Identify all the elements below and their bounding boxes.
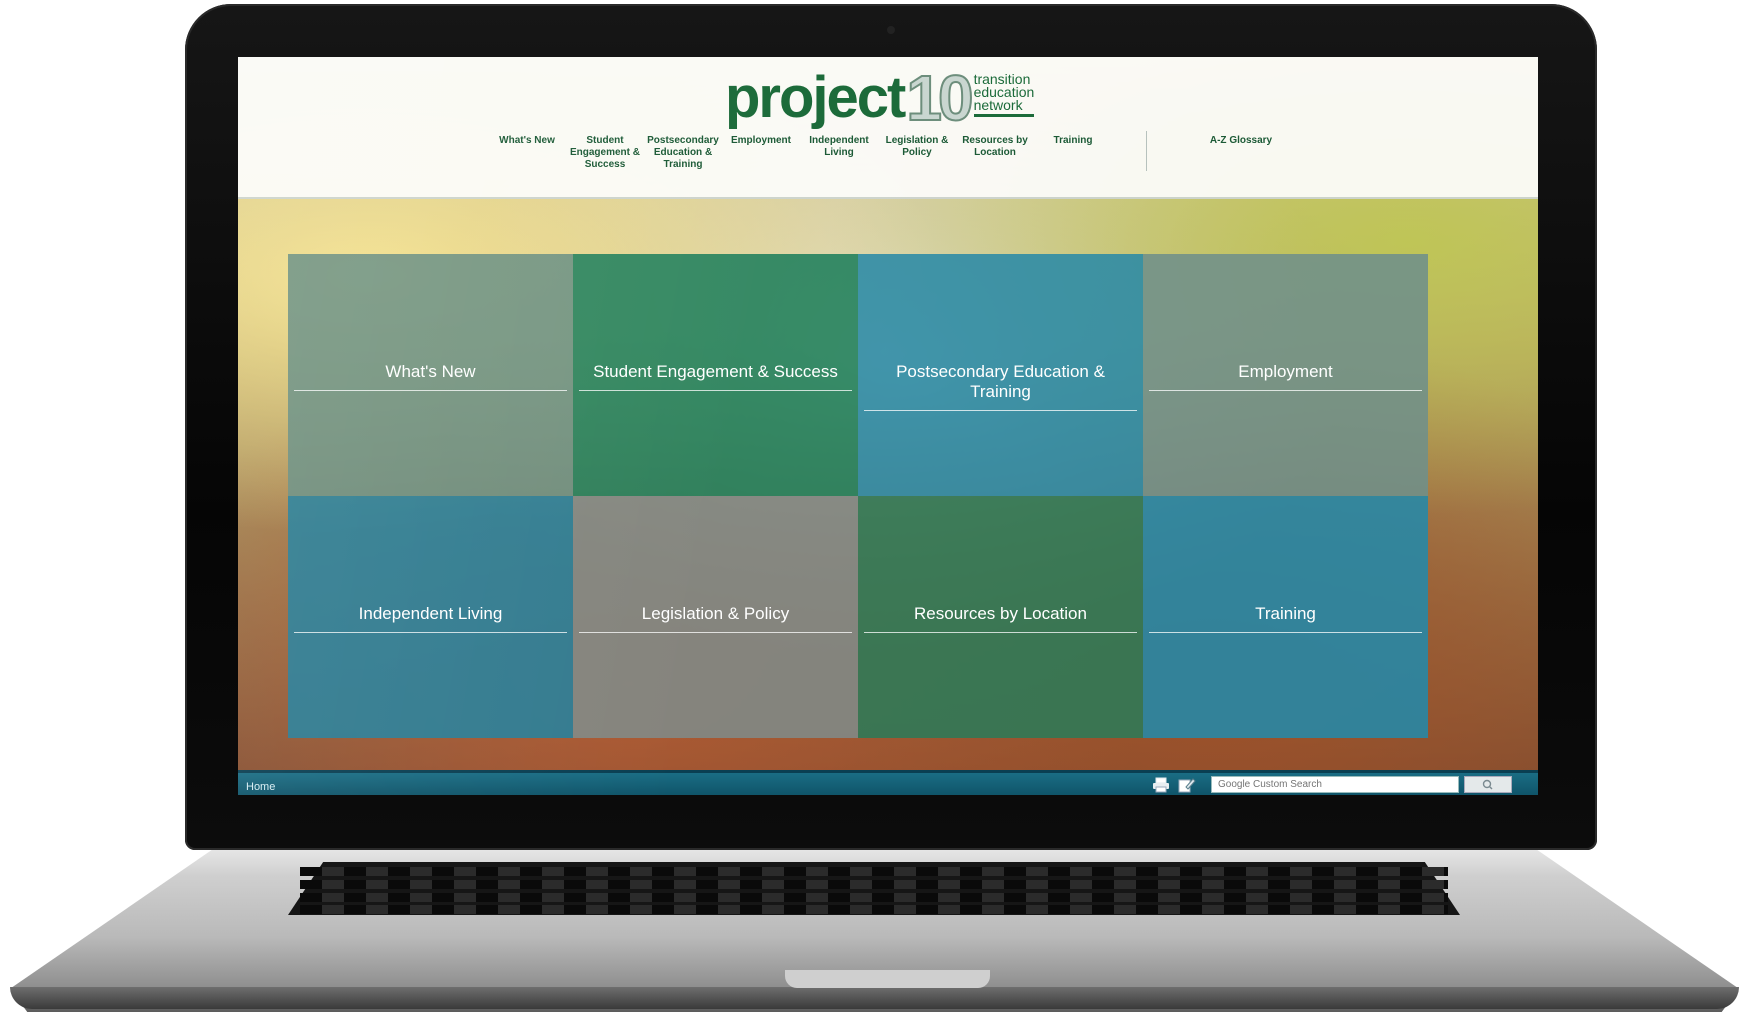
tile-label: Employment <box>1149 362 1422 391</box>
nav-item-glossary[interactable]: A-Z Glossary <box>1193 135 1289 147</box>
laptop-mockup: project 10 transition education network … <box>0 0 1749 1012</box>
edit-icon[interactable] <box>1178 777 1196 793</box>
logo-word: project <box>725 65 906 130</box>
logo-tagline: transition education network <box>973 72 1035 117</box>
nav-item-legislation[interactable]: Legislation & Policy <box>880 135 954 159</box>
site-header: project 10 transition education network … <box>238 57 1538 199</box>
nav-item-postsecondary[interactable]: Postsecondary Education & Training <box>646 135 720 171</box>
nav-divider <box>1146 131 1147 171</box>
search-input[interactable] <box>1211 776 1459 793</box>
tile-label: What's New <box>294 362 567 391</box>
tile-grid: What's New Student Engagement & Success … <box>288 254 1428 738</box>
tile-independent-living[interactable]: Independent Living <box>288 496 573 738</box>
website-screen: project 10 transition education network … <box>238 57 1538 795</box>
nav-item-student-engagement[interactable]: Student Engagement & Success <box>568 135 642 171</box>
camera-icon <box>887 26 895 34</box>
tile-label: Student Engagement & Success <box>579 362 852 391</box>
footer-bar: Home <box>238 770 1538 795</box>
tile-legislation[interactable]: Legislation & Policy <box>573 496 858 738</box>
nav-item-whats-new[interactable]: What's New <box>490 135 564 147</box>
keyboard-row <box>300 880 1448 889</box>
search-button[interactable] <box>1464 776 1512 793</box>
tile-resources[interactable]: Resources by Location <box>858 496 1143 738</box>
search-icon <box>1482 779 1493 790</box>
tile-label: Training <box>1149 604 1422 633</box>
tile-whats-new[interactable]: What's New <box>288 254 573 496</box>
keyboard-row <box>300 893 1448 902</box>
tile-training[interactable]: Training <box>1143 496 1428 738</box>
logo-tagline-line: network <box>973 97 1023 113</box>
tile-label: Postsecondary Education & Training <box>864 362 1137 411</box>
logo-number: 10 <box>905 62 974 134</box>
laptop-base-edge <box>10 987 1739 1009</box>
nav-item-resources[interactable]: Resources by Location <box>958 135 1032 159</box>
tile-postsecondary[interactable]: Postsecondary Education & Training <box>858 254 1143 496</box>
project10-logo[interactable]: project 10 transition education network <box>725 62 1035 134</box>
keyboard-row <box>300 905 1448 914</box>
print-icon[interactable] <box>1152 777 1170 793</box>
laptop-opening-notch <box>785 970 990 988</box>
keyboard-row <box>300 867 1448 876</box>
tile-label: Legislation & Policy <box>579 604 852 633</box>
nav-item-independent-living[interactable]: Independent Living <box>802 135 876 159</box>
tile-employment[interactable]: Employment <box>1143 254 1428 496</box>
main-nav: What's New Student Engagement & Success … <box>238 135 1538 185</box>
nav-item-employment[interactable]: Employment <box>724 135 798 147</box>
nav-item-training[interactable]: Training <box>1036 135 1110 147</box>
tile-label: Resources by Location <box>864 604 1137 633</box>
tile-label: Independent Living <box>294 604 567 633</box>
tile-student-engagement[interactable]: Student Engagement & Success <box>573 254 858 496</box>
breadcrumb-home[interactable]: Home <box>246 781 275 793</box>
